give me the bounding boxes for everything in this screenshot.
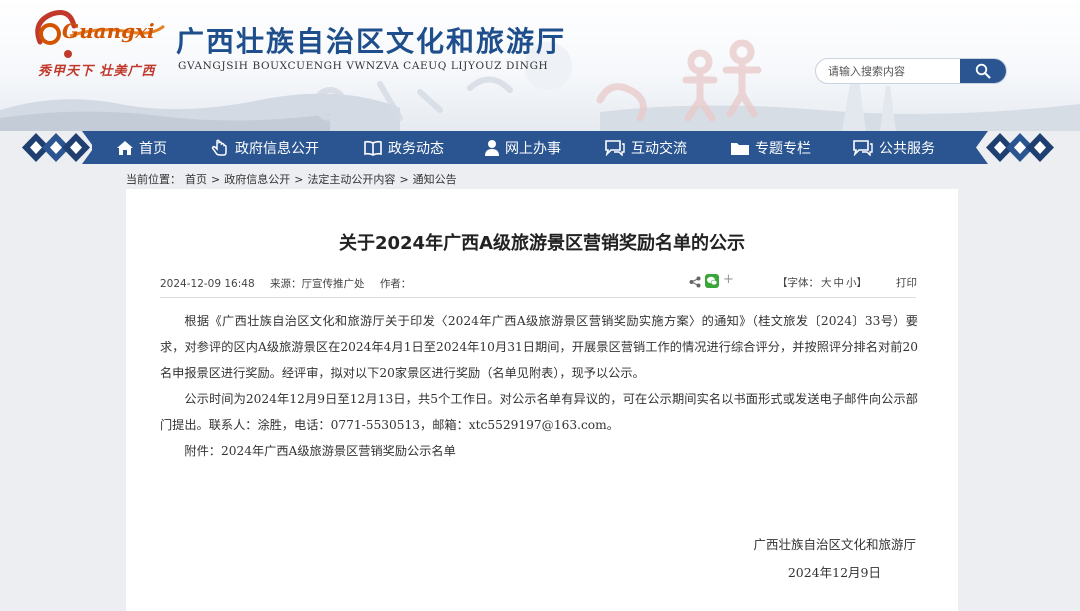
nav-item-online-service[interactable]: 网上办事 xyxy=(484,131,561,164)
svg-text:Guangxi: Guangxi xyxy=(62,19,155,43)
site-header: Guangxi 秀甲天下 壮美广西 广西壮族自治区文化和旅游厅 GVANGJSI… xyxy=(0,0,1080,131)
share-icon[interactable] xyxy=(689,276,701,288)
breadcrumb-item-home[interactable]: 首页 xyxy=(185,173,207,186)
nav-item-label: 专题专栏 xyxy=(755,140,811,157)
breadcrumb: 当前位置： 首页 > 政府信息公开 > 法定主动公开内容 > 通知公告 xyxy=(126,171,461,187)
article-panel: 关于2024年广西A级旅游景区营销奖励名单的公示 2024-12-09 16:4… xyxy=(126,189,958,611)
chat-icon xyxy=(605,140,625,156)
nav-item-gov-info[interactable]: 政府信息公开 xyxy=(208,131,319,164)
nav-item-special-topics[interactable]: 专题专栏 xyxy=(730,131,811,164)
breadcrumb-separator: > xyxy=(399,173,409,186)
more-share-icon[interactable]: + xyxy=(723,272,734,287)
attachment-link[interactable]: 附件：2024年广西A级旅游景区营销奖励公示名单 xyxy=(160,438,918,464)
main-nav: 首页 政府信息公开 政务动态 网上办事 互动交流 专题专栏 公共服务 xyxy=(0,131,1080,164)
nav-right-pattern xyxy=(976,131,1056,164)
breadcrumb-item-gov-info[interactable]: 政府信息公开 xyxy=(224,173,290,186)
article-tools: + 【字体：大中小】 打印 xyxy=(686,272,917,290)
breadcrumb-item-notices[interactable]: 通知公告 xyxy=(413,173,457,186)
slogan: 秀甲天下 壮美广西 xyxy=(38,64,156,79)
book-icon xyxy=(364,140,382,156)
nav-item-label: 互动交流 xyxy=(631,140,687,157)
user-icon xyxy=(485,140,499,156)
signature-org: 广西壮族自治区文化和旅游厅 xyxy=(753,537,916,552)
nav-item-label: 网上办事 xyxy=(505,140,561,157)
article-body: 根据《广西壮族自治区文化和旅游厅关于印发〈2024年广西A级旅游景区营销奖励实施… xyxy=(160,308,918,464)
font-size-close: 】 xyxy=(856,277,868,289)
nav-item-label: 首页 xyxy=(139,140,167,157)
pointer-icon xyxy=(211,139,227,156)
breadcrumb-item-statutory[interactable]: 法定主动公开内容 xyxy=(307,173,395,186)
wechat-icon[interactable] xyxy=(705,274,719,288)
breadcrumb-separator: > xyxy=(294,173,304,186)
font-size-large[interactable]: 大 xyxy=(821,277,832,289)
font-size-small[interactable]: 小 xyxy=(846,277,857,289)
meta-divider xyxy=(160,297,916,298)
body-paragraph: 根据《广西壮族自治区文化和旅游厅关于印发〈2024年广西A级旅游景区营销奖励实施… xyxy=(160,314,918,380)
guangxi-logo: Guangxi xyxy=(35,10,165,58)
nav-item-label: 政府信息公开 xyxy=(235,140,319,157)
nav-item-interaction[interactable]: 互动交流 xyxy=(604,131,687,164)
folder-icon xyxy=(731,142,749,155)
body-paragraph: 公示时间为2024年12月9日至12月13日，共5个工作日。对公示名单有异议的，… xyxy=(160,392,918,432)
font-size-control: 【字体：大中小】 xyxy=(777,275,867,290)
site-title: 广西壮族自治区文化和旅游厅 xyxy=(176,25,567,58)
article-source: 来源：厅宣传推广处 xyxy=(269,278,365,290)
breadcrumb-prefix: 当前位置： xyxy=(126,173,181,186)
service-icon xyxy=(853,140,873,156)
search-box xyxy=(815,58,1007,84)
print-button[interactable]: 打印 xyxy=(896,275,917,290)
signature-date: 2024年12月9日 xyxy=(787,565,881,580)
publish-date: 2024-12-09 16:48 xyxy=(160,278,255,290)
search-button[interactable] xyxy=(960,59,1006,83)
breadcrumb-separator: > xyxy=(211,173,221,186)
font-size-label: 【字体： xyxy=(777,277,819,289)
search-input[interactable] xyxy=(816,59,964,83)
article-title: 关于2024年广西A级旅游景区营销奖励名单的公示 xyxy=(338,233,746,254)
article-author: 作者： xyxy=(379,278,412,290)
search-icon xyxy=(975,63,991,79)
nav-item-gov-news[interactable]: 政务动态 xyxy=(363,131,444,164)
nav-item-public-service[interactable]: 公共服务 xyxy=(852,131,935,164)
article-meta: 2024-12-09 16:48 来源：厅宣传推广处 作者： xyxy=(160,276,423,291)
font-size-medium[interactable]: 中 xyxy=(834,277,845,289)
nav-item-label: 政务动态 xyxy=(388,140,444,157)
nav-item-home[interactable]: 首页 xyxy=(116,131,167,164)
nav-left-pattern xyxy=(22,131,94,164)
nav-item-label: 公共服务 xyxy=(879,140,935,157)
home-icon xyxy=(117,140,133,155)
site-subtitle: GVANGJSIH BOUXCUENGH VWNZVA CAEUQ LIJYOU… xyxy=(178,60,549,72)
